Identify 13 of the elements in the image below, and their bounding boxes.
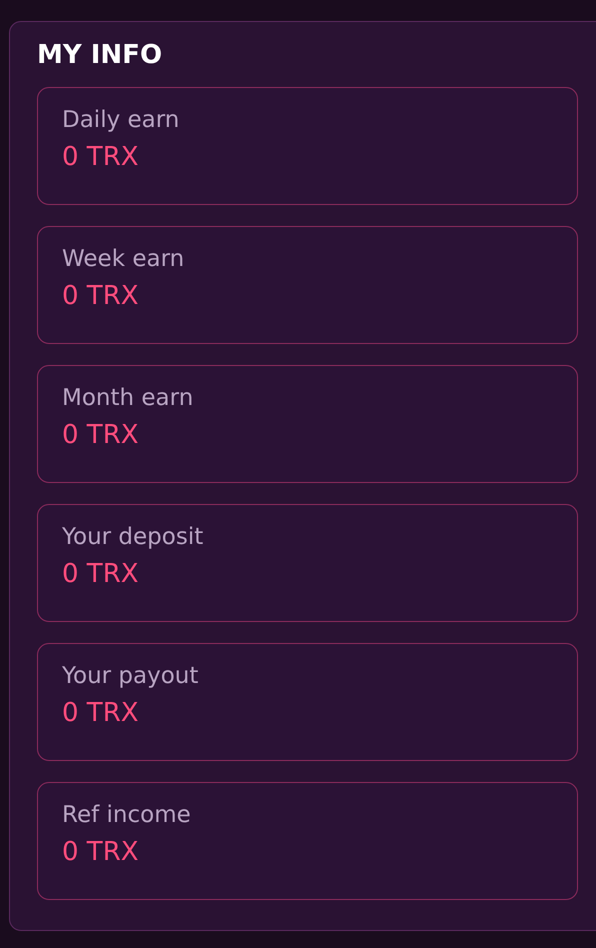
panel-title: MY INFO: [37, 39, 164, 72]
stat-value: 0 TRX: [62, 419, 140, 452]
stat-value: 0 TRX: [62, 558, 140, 591]
stat-value: 0 TRX: [62, 280, 140, 313]
stat-value: 0 TRX: [62, 697, 140, 730]
stat-label: Your deposit: [62, 523, 204, 552]
stat-value: 0 TRX: [62, 836, 140, 869]
stat-label: Your payout: [62, 662, 200, 691]
stat-label: Week earn: [62, 245, 186, 274]
stat-label: Daily earn: [62, 106, 180, 135]
stat-value: 0 TRX: [62, 141, 140, 174]
stat-label: Month earn: [62, 384, 194, 413]
stat-label: Ref income: [62, 801, 192, 830]
